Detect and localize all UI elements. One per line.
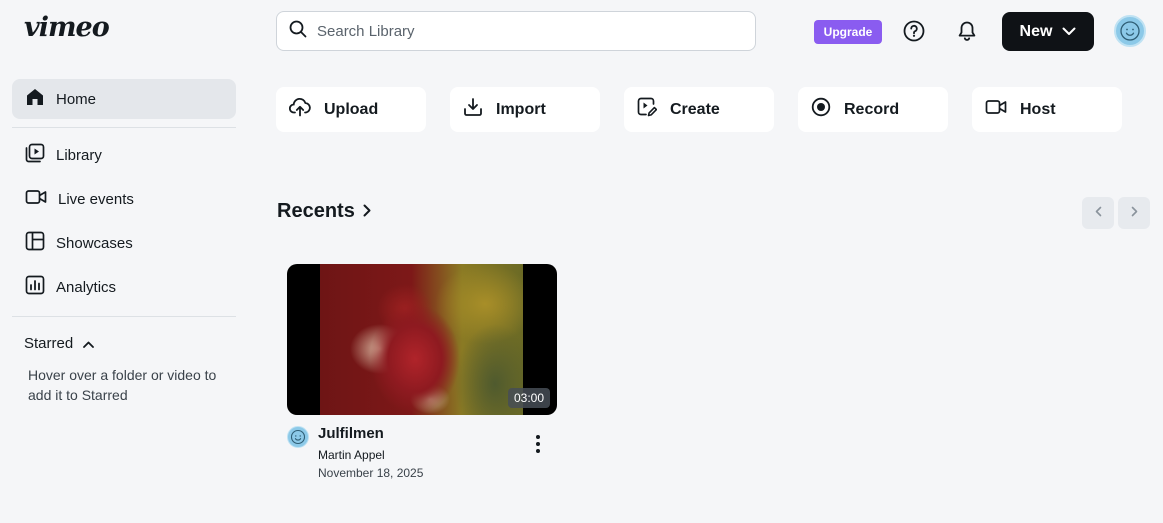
carousel-prev-button[interactable] (1082, 197, 1114, 229)
showcase-icon (25, 231, 45, 255)
new-button[interactable]: New (1002, 12, 1094, 51)
import-icon (463, 97, 483, 122)
upload-button[interactable]: Upload (276, 87, 426, 132)
vimeo-logo[interactable]: vimeo (24, 12, 110, 43)
host-label: Host (1020, 100, 1056, 118)
analytics-icon (25, 275, 45, 299)
upload-label: Upload (324, 100, 379, 118)
avatar[interactable] (1114, 15, 1146, 47)
help-icon[interactable] (902, 19, 926, 43)
video-owner: Martin Appel (318, 448, 385, 462)
starred-label: Starred (24, 335, 74, 352)
video-duration: 03:00 (507, 388, 550, 408)
sidebar-item-label: Library (56, 146, 102, 164)
import-label: Import (496, 100, 546, 118)
sidebar-divider (12, 316, 236, 317)
carousel-next-button[interactable] (1118, 197, 1150, 229)
recents-heading[interactable]: Recents (277, 200, 371, 223)
record-button[interactable]: Record (798, 87, 948, 132)
search-input[interactable] (317, 22, 737, 40)
search-icon (289, 20, 307, 43)
upload-icon (288, 97, 311, 122)
sidebar-item-home[interactable]: Home (12, 79, 236, 119)
chevron-right-icon (363, 200, 371, 223)
sidebar-item-showcases[interactable]: Showcases (12, 223, 236, 263)
host-button[interactable]: Host (972, 87, 1122, 132)
record-label: Record (844, 100, 900, 118)
sidebar-item-live-events[interactable]: Live events (12, 179, 236, 219)
video-thumbnail-image (320, 264, 523, 415)
create-icon (637, 97, 658, 122)
sidebar-item-label: Live events (58, 190, 134, 208)
record-icon (811, 97, 831, 122)
create-label: Create (670, 100, 720, 118)
sidebar-item-analytics[interactable]: Analytics (12, 267, 236, 307)
starred-toggle[interactable]: Starred (24, 335, 95, 352)
sidebar-item-label: Analytics (56, 278, 117, 296)
chevron-left-icon (1095, 204, 1102, 222)
video-thumbnail[interactable]: 03:00 (287, 264, 557, 415)
sidebar-item-label: Home (56, 90, 97, 108)
import-button[interactable]: Import (450, 87, 600, 132)
chevron-up-icon (83, 335, 95, 352)
starred-hint: Hover over a folder or video to add it t… (28, 367, 217, 403)
host-icon (985, 98, 1007, 121)
bell-icon[interactable] (955, 19, 979, 43)
video-date: November 18, 2025 (318, 466, 424, 480)
video-camera-icon (25, 188, 47, 210)
home-icon (25, 87, 45, 111)
library-icon (25, 143, 45, 167)
sidebar-item-label: Showcases (56, 234, 133, 252)
create-button[interactable]: Create (624, 87, 774, 132)
more-options-icon[interactable] (529, 432, 547, 456)
sidebar-item-library[interactable]: Library (12, 135, 236, 175)
chevron-down-icon (1062, 23, 1076, 41)
avatar (287, 426, 309, 448)
chevron-right-icon (1131, 204, 1138, 222)
new-button-label: New (1019, 22, 1053, 40)
search-bar[interactable] (276, 11, 756, 51)
recents-title: Recents (277, 200, 355, 222)
sidebar-divider (12, 127, 236, 128)
upgrade-button[interactable]: Upgrade (814, 20, 882, 44)
video-title[interactable]: Julfilmen (318, 425, 384, 442)
